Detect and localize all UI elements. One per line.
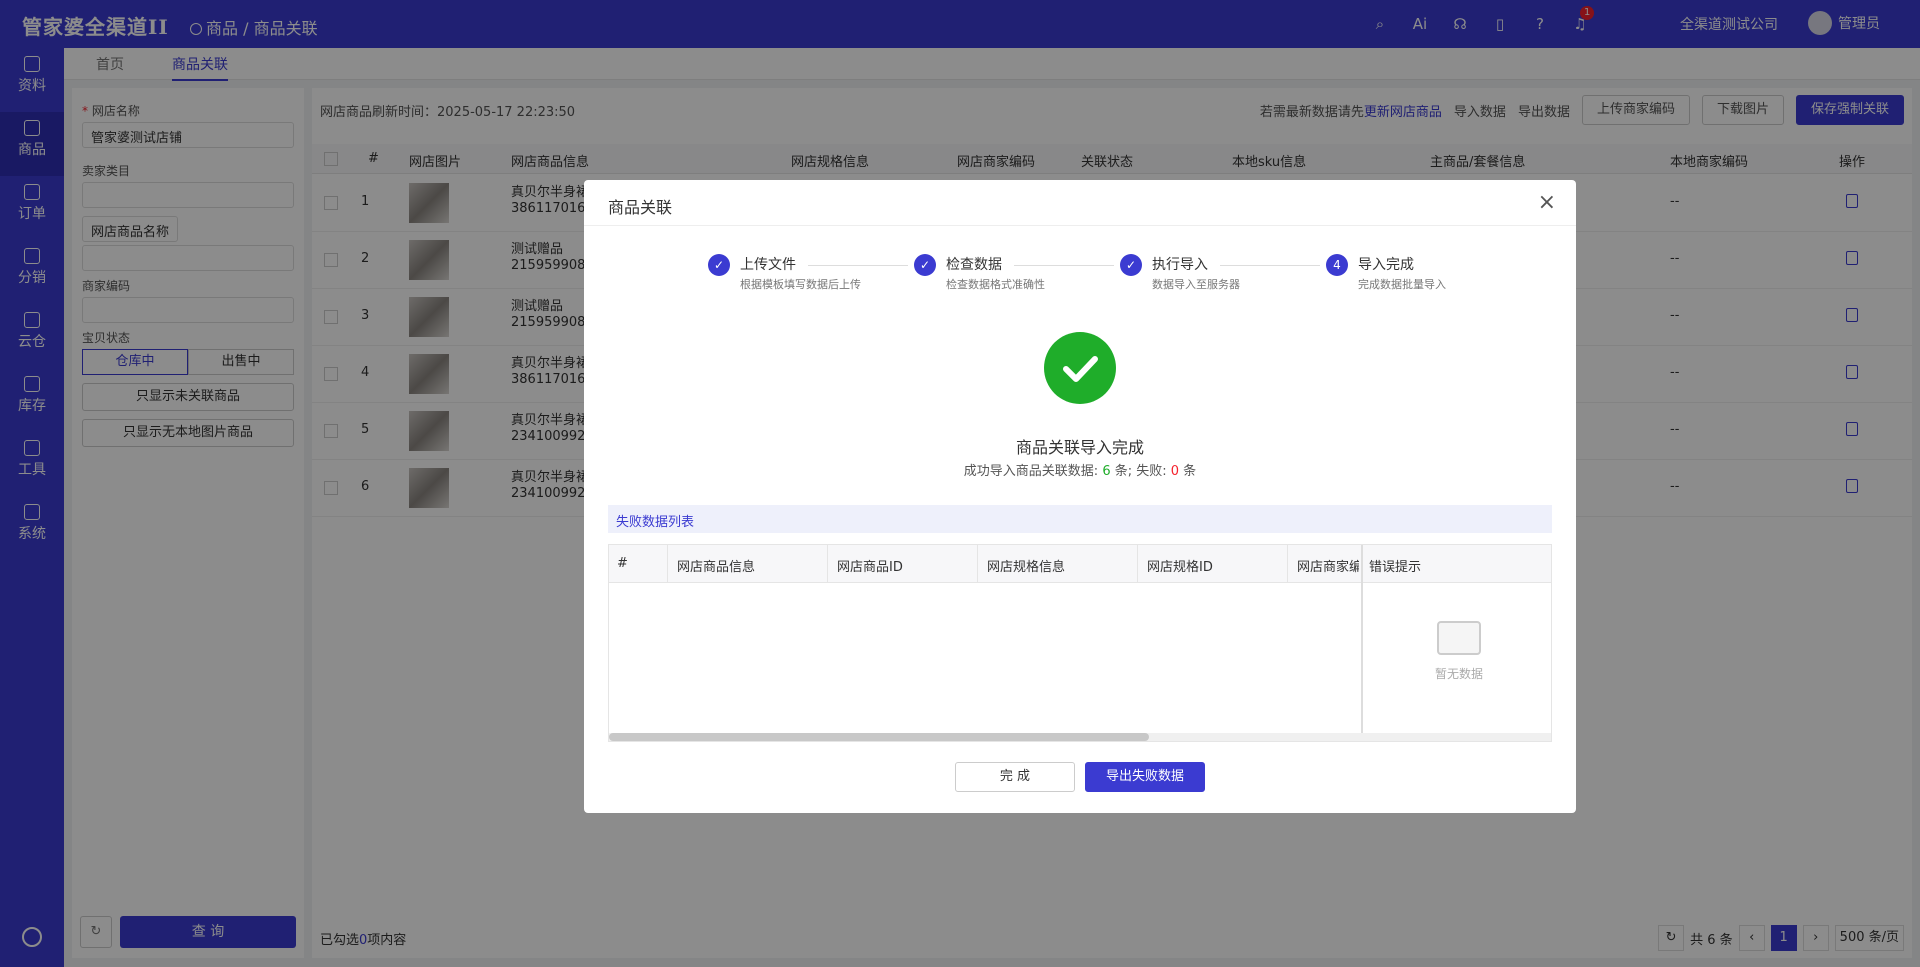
check-icon: ✓	[914, 254, 936, 276]
import-dialog: 商品关联 × ✓ 上传文件 根据模板填写数据后上传 ✓ 检查数据 检查数据格式准确性 ✓ 执…	[584, 180, 1576, 813]
step-number: 4	[1326, 254, 1348, 276]
fail-col: 网店商品信息	[677, 560, 756, 575]
fail-col: 网店规格信息	[987, 560, 1066, 575]
empty-state: 暂无数据	[1399, 621, 1519, 682]
empty-inbox-icon	[1437, 621, 1481, 655]
import-summary: 成功导入商品关联数据: 6 条; 失败: 0 条	[963, 464, 1197, 479]
fail-col: 错误提示	[1369, 560, 1422, 575]
check-icon: ✓	[1120, 254, 1142, 276]
fail-list-header: 失败数据列表	[608, 505, 1552, 533]
done-button[interactable]: 完 成	[955, 762, 1075, 792]
done-title: 商品关联导入完成	[1015, 438, 1144, 457]
check-icon: ✓	[708, 254, 730, 276]
export-failed-button[interactable]: 导出失败数据	[1085, 762, 1205, 792]
horizontal-scrollbar[interactable]	[609, 733, 1551, 741]
fail-col: 网店规格ID	[1147, 560, 1213, 575]
import-steps: ✓ 上传文件 根据模板填写数据后上传 ✓ 检查数据 检查数据格式准确性 ✓ 执行导入 数据导…	[708, 252, 1468, 292]
fixed-column-divider	[1361, 545, 1363, 741]
dialog-header: 商品关联 ×	[584, 180, 1576, 226]
fail-col: 网店商家编	[1297, 560, 1359, 575]
fail-col: 网店商品ID	[837, 560, 903, 575]
dialog-title: 商品关联	[608, 198, 673, 217]
fail-table-header: # 网店商品信息 网店商品ID 网店规格信息 网店规格ID 网店商家编 错误提示	[609, 545, 1551, 583]
fail-col: #	[617, 556, 628, 571]
fail-table: # 网店商品信息 网店商品ID 网店规格信息 网店规格ID 网店商家编 错误提示…	[608, 544, 1552, 742]
close-icon[interactable]: ×	[1538, 190, 1556, 215]
success-check-icon	[1044, 332, 1116, 404]
